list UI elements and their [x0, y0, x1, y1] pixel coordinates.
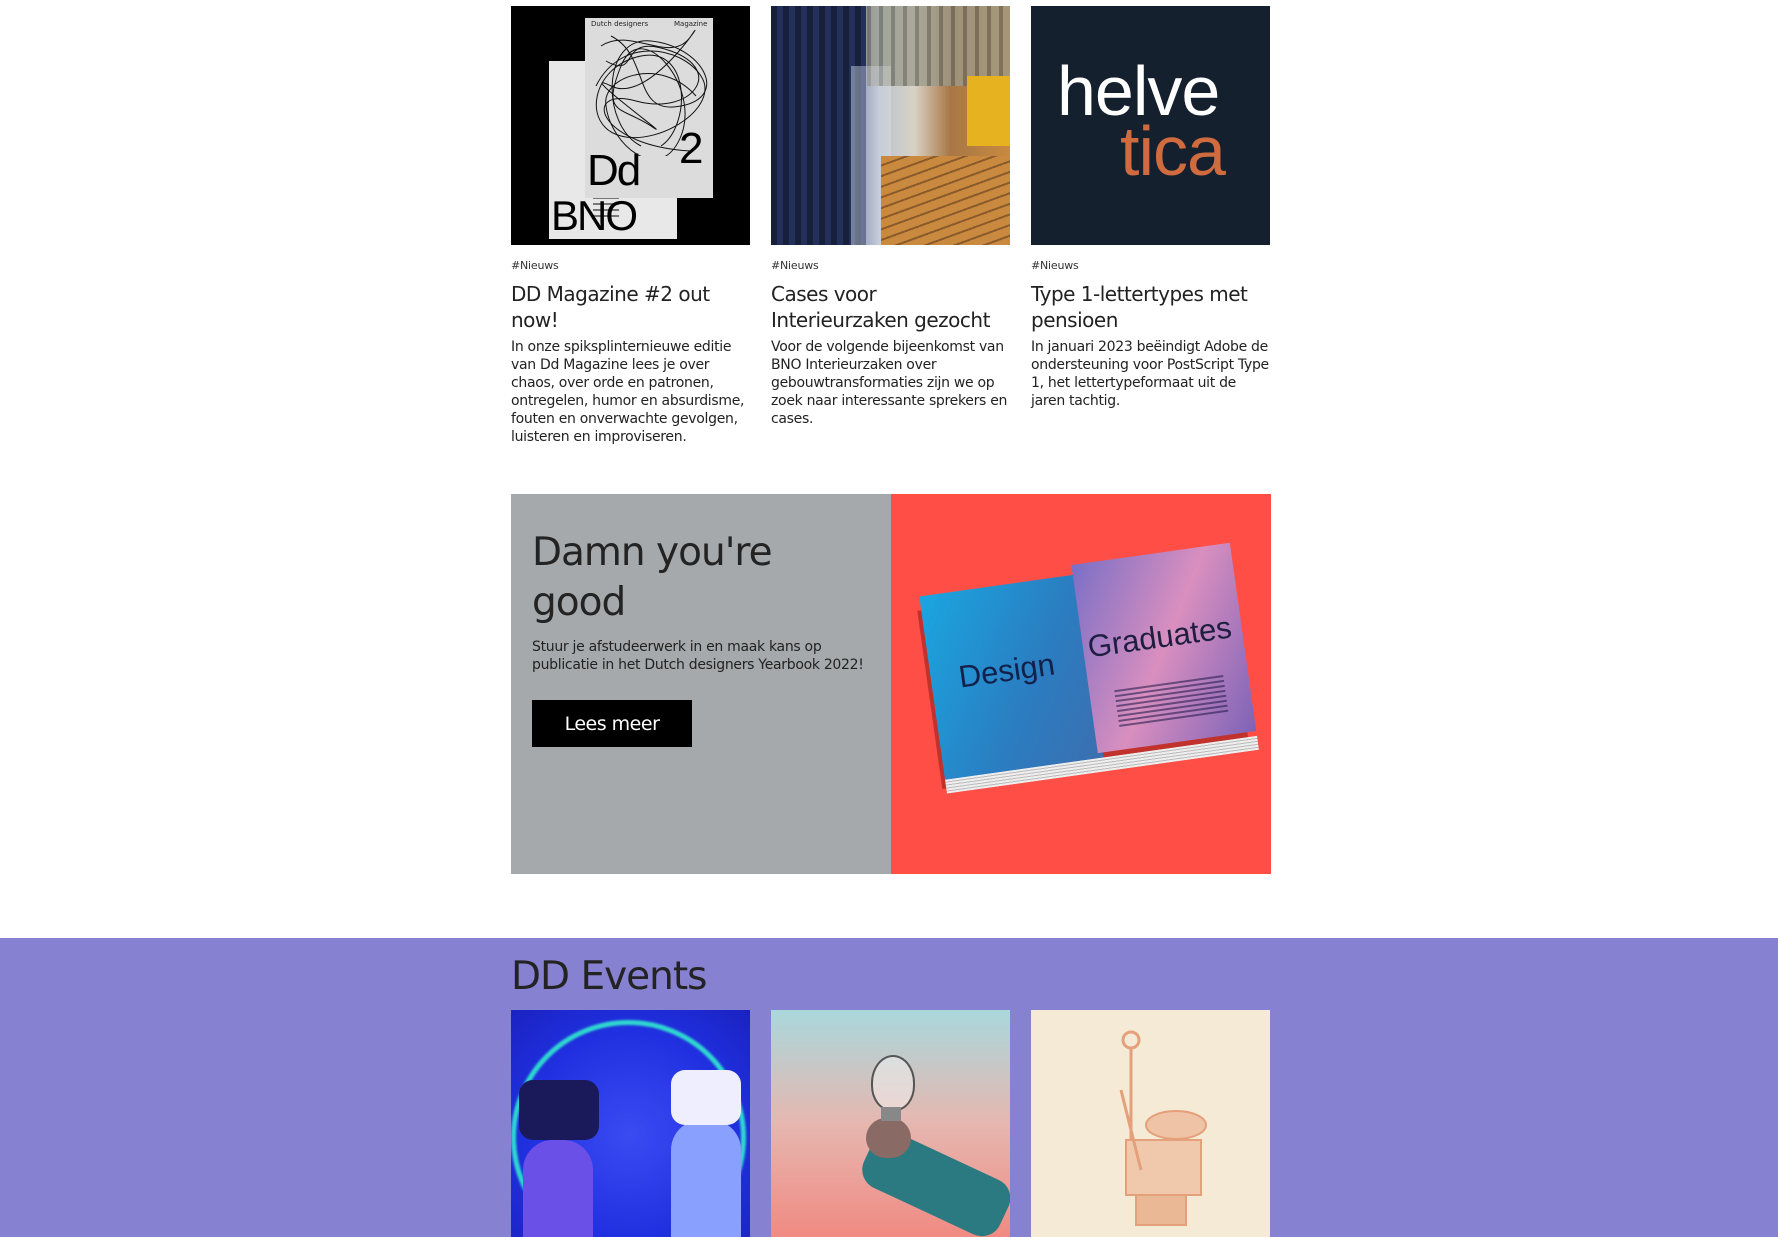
news-image-dd-magazine[interactable]: Dutch designers Magazine Dd 2 BNO — [511, 6, 750, 245]
event-card-vr[interactable] — [511, 1010, 750, 1237]
news-title[interactable]: Type 1-lettertypes met pensioen — [1031, 281, 1270, 333]
news-card[interactable]: Dutch designers Magazine Dd 2 BNO #Nieuw… — [511, 6, 750, 446]
events-heading: DD Events — [511, 954, 708, 999]
magazine-label-right: Magazine — [674, 20, 708, 28]
person-left — [523, 1140, 593, 1237]
event-card-printing-press[interactable] — [1031, 1010, 1270, 1237]
hand — [866, 1118, 911, 1158]
news-card[interactable]: #Nieuws Cases voor Interieurzaken gezoch… — [771, 6, 1010, 446]
magazine-bno-text: BNO — [551, 192, 638, 239]
magazine-dd-text: Dd — [587, 146, 641, 195]
news-description: In januari 2023 beëindigt Adobe de onder… — [1031, 339, 1269, 409]
news-tag[interactable]: #Nieuws — [511, 259, 750, 272]
promo-description: Stuur je afstudeerwerk in en maak kans o… — [532, 639, 864, 673]
news-description: Voor de volgende bijeenkomst van BNO Int… — [771, 339, 1008, 427]
events-list — [511, 1010, 1270, 1237]
magazine-issue-number: 2 — [679, 124, 704, 173]
promo-banner: Damn you're good Stuur je afstudeerwerk … — [511, 494, 1271, 874]
event-card-lightbulb[interactable] — [771, 1010, 1010, 1237]
news-description: In onze spiksplinternieuwe editie van Dd… — [511, 339, 745, 445]
events-section: DD Events — [0, 938, 1778, 1237]
news-tag[interactable]: #Nieuws — [771, 259, 1010, 272]
helvetica-line-2: tica — [1120, 112, 1226, 190]
wooden-steps — [881, 156, 1010, 245]
news-card[interactable]: helve tica #Nieuws Type 1-lettertypes me… — [1031, 6, 1270, 446]
read-more-button[interactable]: Lees meer — [532, 700, 692, 747]
news-section: Dutch designers Magazine Dd 2 BNO #Nieuw… — [511, 6, 1271, 446]
lightbulb-icon — [871, 1055, 915, 1111]
bulb-base — [881, 1107, 901, 1121]
promo-title: Damn you're good — [532, 530, 773, 625]
vr-headset-right — [671, 1070, 741, 1125]
yellow-crane — [967, 76, 1010, 146]
news-image-interior[interactable] — [771, 6, 1010, 245]
news-tag[interactable]: #Nieuws — [1031, 259, 1270, 272]
promo-text-panel: Damn you're good Stuur je afstudeerwerk … — [511, 494, 891, 874]
printing-press-illustration — [1119, 1030, 1207, 1226]
vr-headset-left — [519, 1080, 599, 1140]
magazine-label-left: Dutch designers — [591, 20, 649, 28]
person-right — [671, 1120, 741, 1237]
yearbook-illustration: Design Graduates — [908, 542, 1264, 796]
news-title[interactable]: Cases voor Interieurzaken gezocht — [771, 281, 1010, 333]
news-image-helvetica[interactable]: helve tica — [1031, 6, 1270, 245]
promo-image-panel: Design Graduates — [891, 494, 1271, 874]
news-title[interactable]: DD Magazine #2 out now! — [511, 281, 750, 333]
